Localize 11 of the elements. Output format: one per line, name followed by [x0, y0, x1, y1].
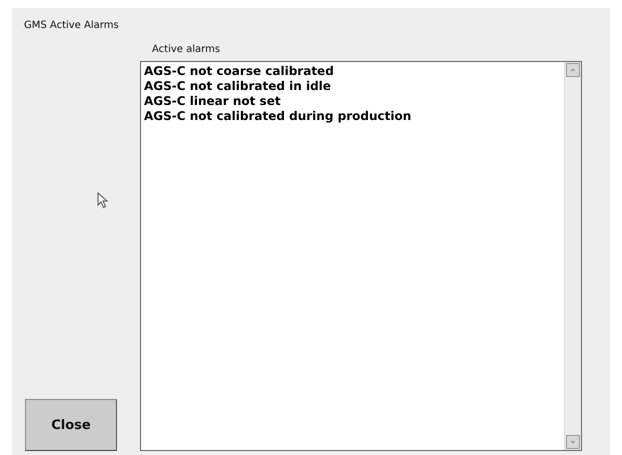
scroll-down-icon[interactable]	[566, 435, 580, 449]
alarm-item[interactable]: AGS-C not calibrated during production	[144, 109, 412, 124]
scrollbar[interactable]	[564, 62, 581, 450]
list-label: Active alarms	[152, 44, 220, 55]
alarm-item[interactable]: AGS-C not coarse calibrated	[144, 64, 334, 79]
close-button[interactable]: Close	[25, 399, 117, 451]
cursor-icon	[97, 192, 109, 209]
alarm-item[interactable]: AGS-C linear not set	[144, 94, 281, 109]
window-title: GMS Active Alarms	[24, 20, 120, 33]
scroll-up-icon[interactable]	[566, 63, 580, 77]
alarm-item[interactable]: AGS-C not calibrated in idle	[144, 79, 331, 94]
